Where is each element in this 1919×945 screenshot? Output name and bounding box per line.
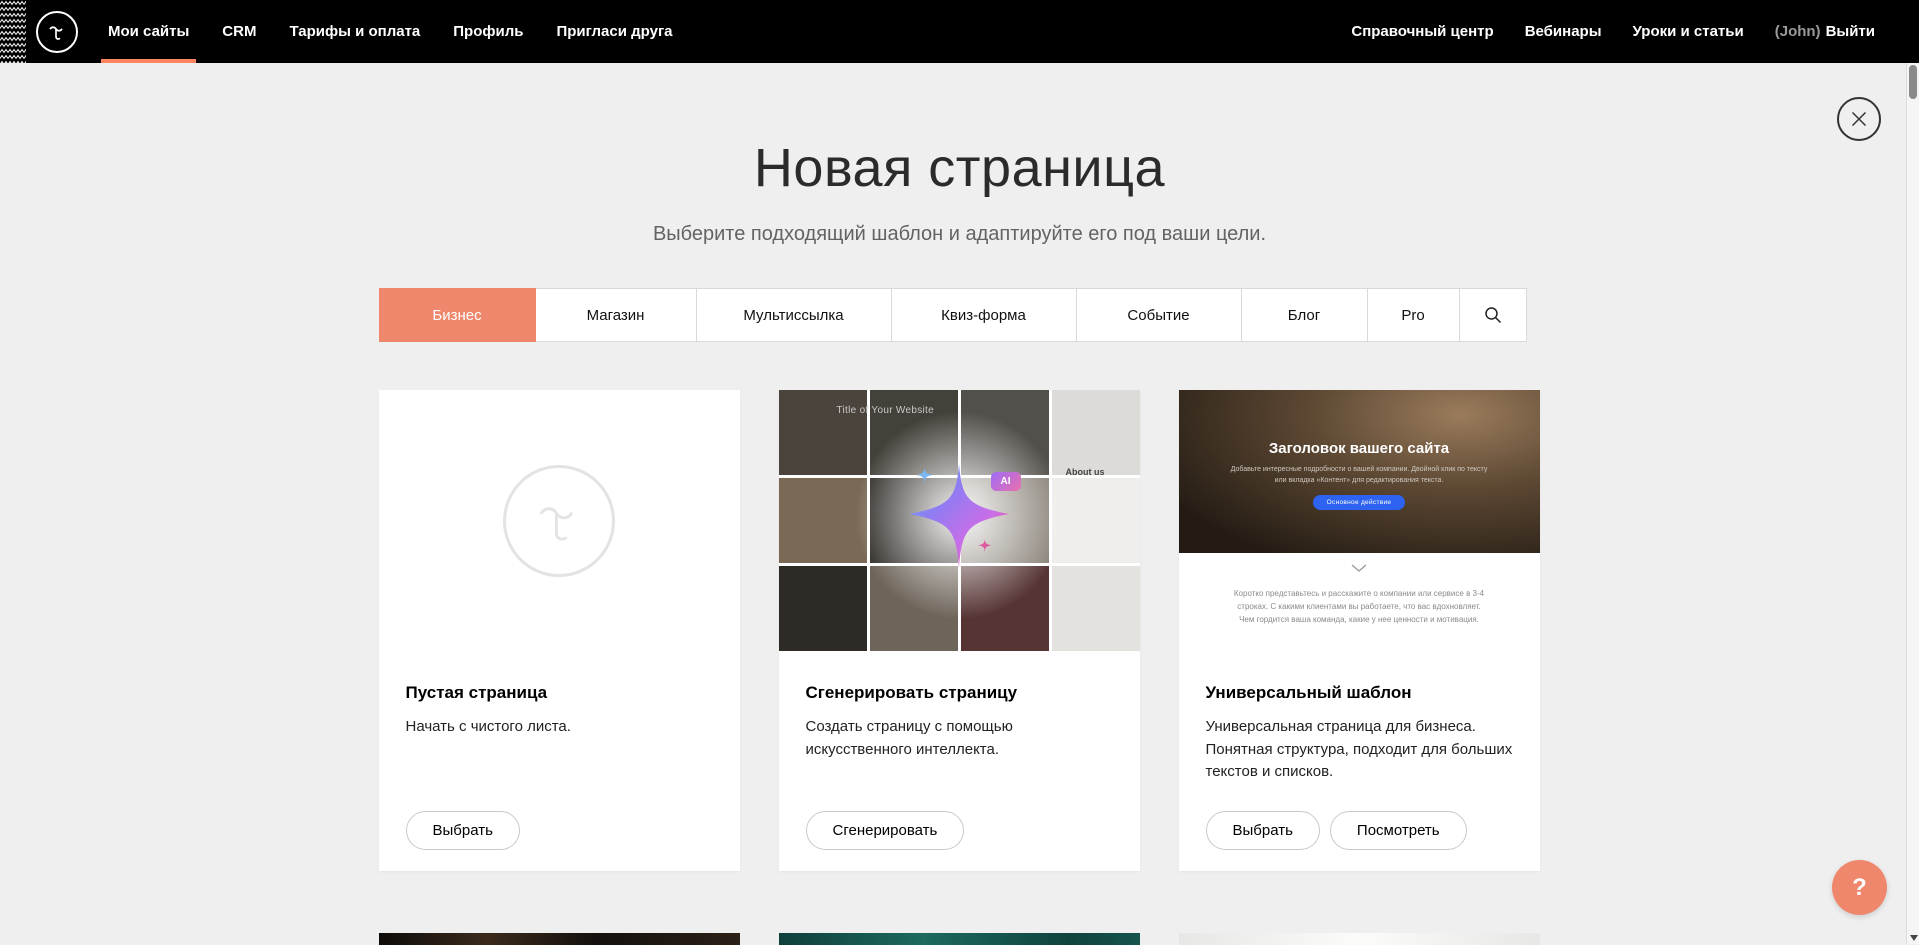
page-title: Новая страница [0,63,1919,199]
nav-item-invite-friend[interactable]: Пригласи друга [556,0,672,63]
card-universal-template: Заголовок вашего сайта Добавьте интересн… [1179,390,1540,871]
template-card-partial [379,933,740,945]
template-cards-row-2 [379,933,1541,945]
nav-item-label: Справочный центр [1351,23,1493,40]
nav-item-label: Вебинары [1525,23,1602,40]
scroll-down-arrow[interactable] [1910,935,1918,941]
logout-label: Выйти [1826,23,1875,40]
ai-generate-preview[interactable]: Title of Your Website About us AI [779,390,1140,651]
navbar-left-menu: Мои сайты CRM Тарифы и оплата Профиль Пр… [108,0,673,63]
nav-item-my-sites[interactable]: Мои сайты [108,0,189,63]
tab-label: Бизнес [432,307,481,324]
nav-item-label: Мои сайты [108,23,189,40]
card-title: Универсальный шаблон [1206,683,1513,703]
template-category-tabs: Бизнес Магазин Мультиссылка Квиз-форма С… [379,288,1541,342]
tab-business[interactable]: Бизнес [379,288,536,342]
nav-item-logout[interactable]: (John) Выйти [1775,0,1875,63]
navbar-right-menu: Справочный центр Вебинары Уроки и статьи… [1351,0,1919,63]
template-card-partial [779,933,1140,945]
nav-item-crm[interactable]: CRM [222,0,256,63]
nav-item-label: Уроки и статьи [1633,23,1744,40]
select-template-button[interactable]: Выбрать [1206,811,1320,850]
blank-page-preview [379,390,740,651]
card-blank-page: Пустая страница Начать с чистого листа. … [379,390,740,871]
nav-item-webinars[interactable]: Вебинары [1525,0,1602,63]
card-description: Универсальная страница для бизнеса. Поня… [1206,716,1513,784]
generate-button[interactable]: Сгенерировать [806,811,965,850]
close-icon [1850,110,1868,128]
template-card-partial [1179,933,1540,945]
user-name: (John) [1775,23,1821,40]
template-body-text: Коротко представьтесь и расскажите о ком… [1229,588,1489,626]
template-cards-row: Пустая страница Начать с чистого листа. … [379,390,1541,871]
tilda-logo[interactable] [36,11,78,53]
ai-badge: AI [991,472,1021,491]
top-navbar: Мои сайты CRM Тарифы и оплата Профиль Пр… [0,0,1919,63]
tilda-watermark-icon [503,465,615,577]
card-description: Создать страницу с помощью искусственног… [806,716,1113,761]
card-description: Начать с чистого листа. [406,716,713,739]
search-icon [1483,305,1503,325]
tab-pro[interactable]: Pro [1367,288,1460,342]
tab-label: Событие [1127,307,1189,324]
nav-item-label: CRM [222,23,256,40]
tab-label: Блог [1288,307,1320,324]
card-ai-generate: Title of Your Website About us AI [779,390,1140,871]
card-title: Сгенерировать страницу [806,683,1113,703]
nav-item-label: Пригласи друга [556,23,672,40]
page-subtitle: Выберите подходящий шаблон и адаптируйте… [0,223,1919,246]
template-hero-title: Заголовок вашего сайта [1179,390,1540,457]
tab-quiz-form[interactable]: Квиз-форма [891,288,1077,342]
tab-label: Мультиссылка [743,307,843,324]
zigzag-pattern-decoration [0,0,26,63]
tab-multilink[interactable]: Мультиссылка [696,288,892,342]
template-hero-button: Основное действие [1313,495,1406,510]
select-blank-button[interactable]: Выбрать [406,811,520,850]
nav-item-profile[interactable]: Профиль [453,0,523,63]
tab-label: Магазин [587,307,645,324]
tilda-logo-icon [45,20,69,44]
scrollbar-thumb[interactable] [1909,65,1917,99]
nav-item-lessons[interactable]: Уроки и статьи [1633,0,1744,63]
close-button[interactable] [1837,97,1881,141]
nav-item-help-center[interactable]: Справочный центр [1351,0,1493,63]
preview-template-button[interactable]: Посмотреть [1330,811,1467,850]
nav-item-label: Тарифы и оплата [289,23,420,40]
nav-item-label: Профиль [453,23,523,40]
nav-item-tariffs[interactable]: Тарифы и оплата [289,0,420,63]
template-hero: Заголовок вашего сайта Добавьте интересн… [1179,390,1540,553]
tab-event[interactable]: Событие [1076,288,1242,342]
help-button[interactable]: ? [1832,860,1887,915]
card-title: Пустая страница [406,683,713,703]
universal-template-preview[interactable]: Заголовок вашего сайта Добавьте интересн… [1179,390,1540,651]
chevron-down-icon [1179,559,1540,577]
template-hero-subtitle: Добавьте интересные подробности о вашей … [1225,464,1492,486]
tab-blog[interactable]: Блог [1241,288,1368,342]
tab-shop[interactable]: Магазин [535,288,697,342]
tab-search[interactable] [1459,288,1527,342]
tab-label: Квиз-форма [941,307,1026,324]
tab-label: Pro [1401,307,1424,324]
scrollbar[interactable] [1906,63,1919,944]
